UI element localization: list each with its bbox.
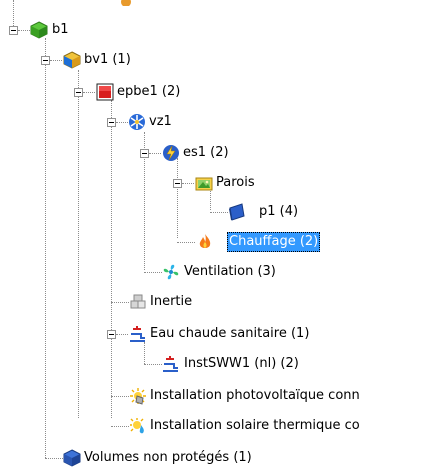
tree-node-es1[interactable]: es1 (2)	[181, 143, 231, 163]
tree-node-parois[interactable]: Parois	[214, 173, 257, 193]
tree-node-ventilation[interactable]: Ventilation (3)	[182, 262, 278, 282]
yellow-cube-icon	[63, 51, 81, 69]
blue-cube-icon	[63, 449, 81, 467]
collapse-toggle-bv1[interactable]	[41, 56, 50, 65]
tree-node-eau-chaude-sanitaire[interactable]: Eau chaude sanitaire (1)	[148, 324, 311, 344]
solar-thermal-icon	[129, 417, 147, 435]
tree-node-instsww1[interactable]: InstSWW1 (nl) (2)	[182, 354, 301, 374]
tree-node-volumes-non-proteges[interactable]: Volumes non protégés (1)	[82, 448, 254, 468]
tree-node-installation-solaire-thermique[interactable]: Installation solaire thermique co	[148, 416, 362, 436]
tree-node-installation-photovoltaique[interactable]: Installation photovoltaïque conn	[148, 386, 362, 406]
collapse-toggle-parois[interactable]	[173, 179, 182, 188]
energy-sector-icon	[162, 144, 180, 162]
collapse-toggle-vz1[interactable]	[107, 118, 116, 127]
hot-water-tap-icon	[162, 355, 180, 373]
hot-water-tap-icon	[129, 325, 147, 343]
fan-icon	[162, 263, 180, 281]
solar-pv-icon	[129, 387, 147, 405]
inertia-blocks-icon	[129, 293, 147, 311]
green-cube-icon	[30, 21, 48, 39]
partial-node-icon	[121, 0, 131, 6]
collapse-toggle-eau-chaude[interactable]	[107, 330, 116, 339]
tree-node-epbe1[interactable]: epbe1 (2)	[115, 82, 182, 102]
snowflake-sun-icon	[128, 113, 146, 131]
tree-node-b1[interactable]: b1	[50, 20, 71, 40]
tree-node-inertie[interactable]: Inertie	[148, 292, 194, 312]
tree-node-chauffage[interactable]: Chauffage (2)	[227, 232, 321, 252]
red-cube-icon	[96, 83, 114, 101]
tree-node-bv1[interactable]: bv1 (1)	[82, 50, 133, 70]
flame-icon	[196, 233, 214, 251]
tree-node-p1[interactable]: p1 (4)	[257, 202, 300, 222]
tree-node-vz1[interactable]: vz1	[147, 112, 174, 132]
collapse-toggle-es1[interactable]	[140, 149, 149, 158]
folder-landscape-icon	[195, 174, 213, 192]
collapse-toggle-b1[interactable]	[9, 26, 18, 35]
collapse-toggle-epbe1[interactable]	[74, 88, 83, 97]
wall-panel-icon	[228, 203, 246, 221]
project-tree[interactable]: b1 bv1 (1) epbe1 (2) vz1 es1 (2) Parois …	[0, 0, 423, 470]
